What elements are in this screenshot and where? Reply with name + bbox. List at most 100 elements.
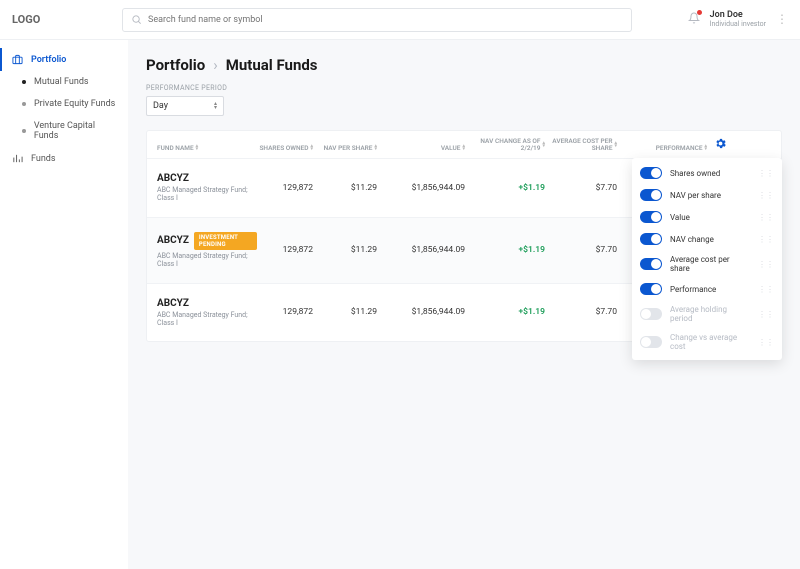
search-input[interactable] [148,15,623,25]
bullet-icon [22,80,26,84]
search-icon [131,14,142,25]
column-settings-button[interactable] [707,137,727,152]
sidebar-label: Venture Capital Funds [34,121,118,141]
sidebar-label: Portfolio [31,55,66,65]
cell-shares: 129,872 [257,245,313,255]
toggle-switch[interactable] [640,211,662,223]
cell-fund: ABCYZ ABC Managed Strategy Fund; Class I [157,173,257,203]
breadcrumb: Portfolio › Mutual Funds [146,56,782,74]
col-perf[interactable]: PERFORMANCE [617,145,707,152]
cell-shares: 129,872 [257,307,313,317]
chevron-right-icon: › [213,56,218,74]
drag-handle-icon[interactable]: ⋮⋮ [758,235,774,244]
toggle-label: NAV change [670,235,714,244]
gear-icon [714,137,727,150]
user-menu[interactable]: Jon Doe Individual investor [710,11,766,29]
toggle-switch[interactable] [640,258,662,270]
toggle-switch[interactable] [640,233,662,245]
column-toggle-item[interactable]: NAV change ⋮⋮ [632,228,782,250]
cell-nav: $11.29 [313,183,377,193]
bullet-icon [22,129,26,133]
sidebar-item-mutual-funds[interactable]: Mutual Funds [0,71,128,93]
cell-avg: $7.70 [545,307,617,317]
col-nav[interactable]: NAV PER SHARE [313,145,377,152]
select-value: Day [153,101,168,111]
fund-ticker: ABCYZ [157,173,189,184]
cell-nav: $11.29 [313,307,377,317]
sidebar-item-funds[interactable]: Funds [0,147,128,170]
performance-period-select[interactable]: Day ▴▾ [146,96,224,116]
column-toggle-item[interactable]: Shares owned ⋮⋮ [632,162,782,184]
sidebar-label: Funds [31,154,56,164]
toggle-label: NAV per share [670,191,721,200]
column-toggle-item[interactable]: Average holding period ⋮⋮ [632,300,782,328]
toggle-label: Change vs average cost [670,333,750,351]
cell-nav: $11.29 [313,245,377,255]
table-header: FUND NAME SHARES OWNED NAV PER SHARE VAL… [147,131,781,158]
bullet-icon [22,102,26,106]
toggle-switch[interactable] [640,283,662,295]
column-toggle-item[interactable]: Average cost per share ⋮⋮ [632,250,782,278]
fund-full-name: ABC Managed Strategy Fund; Class I [157,252,257,269]
column-toggle-item[interactable]: Change vs average cost ⋮⋮ [632,328,782,356]
cell-value: $1,856,944.09 [377,245,465,255]
cell-value: $1,856,944.09 [377,307,465,317]
col-value[interactable]: VALUE [377,145,465,152]
toggle-switch[interactable] [640,308,662,320]
fund-full-name: ABC Managed Strategy Fund; Class I [157,186,257,203]
cell-avg: $7.70 [545,245,617,255]
col-avg[interactable]: AVERAGE COST PER SHARE [545,138,617,152]
breadcrumb-root[interactable]: Portfolio [146,56,205,74]
column-toggle-item[interactable]: Performance ⋮⋮ [632,278,782,300]
drag-handle-icon[interactable]: ⋮⋮ [758,213,774,222]
user-role: Individual investor [710,21,766,29]
toggle-switch[interactable] [640,167,662,179]
sidebar-label: Mutual Funds [34,77,89,87]
toggle-label: Value [670,213,690,222]
col-shares[interactable]: SHARES OWNED [257,145,313,152]
chart-icon [12,153,23,164]
sidebar-item-portfolio[interactable]: Portfolio [0,48,128,71]
notifications-icon[interactable] [688,12,700,27]
select-arrows-icon: ▴▾ [214,102,217,109]
app-header: LOGO Jon Doe Individual investor ⋮ [0,0,800,40]
main-content: Portfolio › Mutual Funds PERFORMANCE PER… [128,40,800,569]
col-change[interactable]: NAV CHANGE AS OF 2/2/19 [465,138,545,152]
sort-icon [196,145,199,151]
toggle-label: Average cost per share [670,255,750,273]
toggle-switch[interactable] [640,336,662,348]
cell-change: +$1.19 [465,307,545,317]
pending-badge: INVESTMENT PENDING [194,232,257,250]
briefcase-icon [12,54,23,65]
cell-change: +$1.19 [465,183,545,193]
drag-handle-icon[interactable]: ⋮⋮ [758,338,774,347]
cell-change: +$1.19 [465,245,545,255]
cell-avg: $7.70 [545,183,617,193]
fund-ticker: ABCYZ [157,298,189,309]
cell-fund: ABCYZ ABC Managed Strategy Fund; Class I [157,298,257,328]
drag-handle-icon[interactable]: ⋮⋮ [758,260,774,269]
breadcrumb-current: Mutual Funds [226,56,318,74]
drag-handle-icon[interactable]: ⋮⋮ [758,310,774,319]
drag-handle-icon[interactable]: ⋮⋮ [758,169,774,178]
cell-shares: 129,872 [257,183,313,193]
fund-full-name: ABC Managed Strategy Fund; Class I [157,311,257,328]
toggle-switch[interactable] [640,189,662,201]
column-toggle-item[interactable]: NAV per share ⋮⋮ [632,184,782,206]
column-toggle-item[interactable]: Value ⋮⋮ [632,206,782,228]
fund-ticker: ABCYZ [157,235,189,246]
sidebar: Portfolio Mutual Funds Private Equity Fu… [0,40,128,569]
drag-handle-icon[interactable]: ⋮⋮ [758,191,774,200]
more-icon[interactable]: ⋮ [776,13,788,25]
toggle-label: Shares owned [670,169,720,178]
cell-fund: ABCYZ INVESTMENT PENDING ABC Managed Stra… [157,232,257,269]
column-settings-popover: Shares owned ⋮⋮ NAV per share ⋮⋮ Value ⋮… [632,158,782,360]
sidebar-item-pe-funds[interactable]: Private Equity Funds [0,93,128,115]
toggle-label: Average holding period [670,305,750,323]
col-fund-name[interactable]: FUND NAME [157,145,257,152]
toggle-label: Performance [670,285,716,294]
sidebar-item-vc-funds[interactable]: Venture Capital Funds [0,115,128,147]
search-box[interactable] [122,8,632,32]
drag-handle-icon[interactable]: ⋮⋮ [758,285,774,294]
performance-period-label: PERFORMANCE PERIOD [146,84,782,92]
